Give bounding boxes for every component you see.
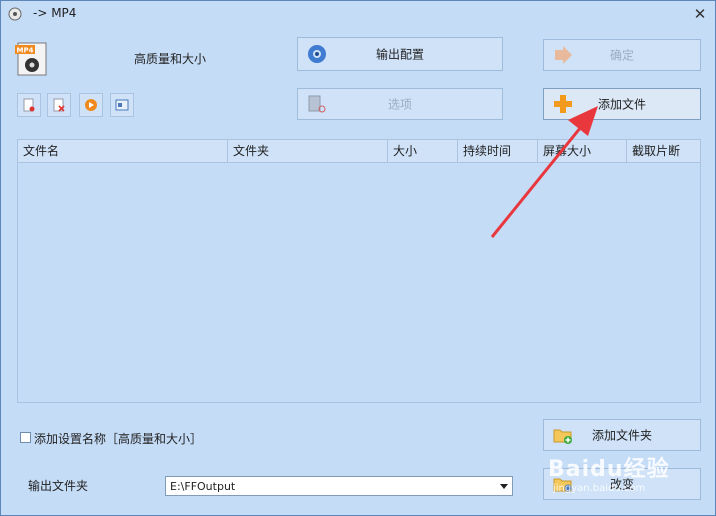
remove-file-button[interactable] bbox=[17, 93, 41, 117]
mp4-format-icon: MP4 bbox=[15, 42, 47, 76]
add-setting-name-checkbox[interactable] bbox=[20, 432, 31, 443]
remove-file-icon bbox=[23, 98, 35, 112]
play-button[interactable] bbox=[79, 93, 103, 117]
svg-text:MP4: MP4 bbox=[17, 47, 34, 55]
output-folder-label: 输出文件夹 bbox=[28, 479, 89, 493]
media-info-icon bbox=[115, 99, 129, 111]
column-header-screen-size[interactable]: 屏幕大小 bbox=[538, 140, 627, 162]
window-title: -> MP4 bbox=[33, 6, 77, 20]
column-header-clip[interactable]: 截取片断 bbox=[627, 140, 700, 162]
output-folder-select[interactable]: E:\FFOutput bbox=[165, 476, 513, 496]
format-factory-window: -> MP4 ✕ MP4 高质量和大小 输出配置 确定 选项 添加文件 文件名 … bbox=[0, 0, 716, 516]
options-label: 选项 bbox=[387, 97, 412, 112]
output-config-button[interactable]: 输出配置 bbox=[297, 37, 503, 71]
baidu-watermark: Baidu经验 bbox=[548, 457, 670, 482]
file-list-table[interactable]: 文件名 文件夹 大小 持续时间 屏幕大小 截取片断 bbox=[17, 139, 701, 403]
ok-label: 确定 bbox=[609, 48, 634, 63]
title-bar[interactable]: -> MP4 ✕ bbox=[1, 1, 715, 27]
add-file-button[interactable]: 添加文件 bbox=[543, 88, 701, 120]
add-folder-label: 添加文件夹 bbox=[591, 428, 652, 443]
add-setting-name-label: 添加设置名称［高质量和大小］ bbox=[34, 432, 203, 446]
column-header-folder[interactable]: 文件夹 bbox=[228, 140, 388, 162]
ok-button[interactable]: 确定 bbox=[543, 39, 701, 71]
close-icon[interactable]: ✕ bbox=[687, 3, 713, 25]
table-header: 文件名 文件夹 大小 持续时间 屏幕大小 截取片断 bbox=[18, 140, 700, 163]
chevron-down-icon bbox=[500, 484, 508, 489]
column-header-duration[interactable]: 持续时间 bbox=[458, 140, 538, 162]
output-folder-value: E:\FFOutput bbox=[170, 480, 236, 493]
output-config-label: 输出配置 bbox=[375, 47, 424, 62]
play-icon bbox=[85, 99, 97, 111]
column-header-size[interactable]: 大小 bbox=[388, 140, 458, 162]
baidu-watermark-url: jingyan.baidu.com bbox=[553, 483, 646, 494]
clear-list-icon bbox=[53, 98, 65, 112]
column-header-filename[interactable]: 文件名 bbox=[18, 140, 228, 162]
app-icon bbox=[8, 7, 22, 21]
media-info-button[interactable] bbox=[110, 93, 134, 117]
clear-list-button[interactable] bbox=[47, 93, 71, 117]
add-file-label: 添加文件 bbox=[597, 97, 646, 112]
preset-name: 高质量和大小 bbox=[134, 52, 207, 66]
options-button[interactable]: 选项 bbox=[297, 88, 503, 120]
add-folder-button[interactable]: 添加文件夹 bbox=[543, 419, 701, 451]
